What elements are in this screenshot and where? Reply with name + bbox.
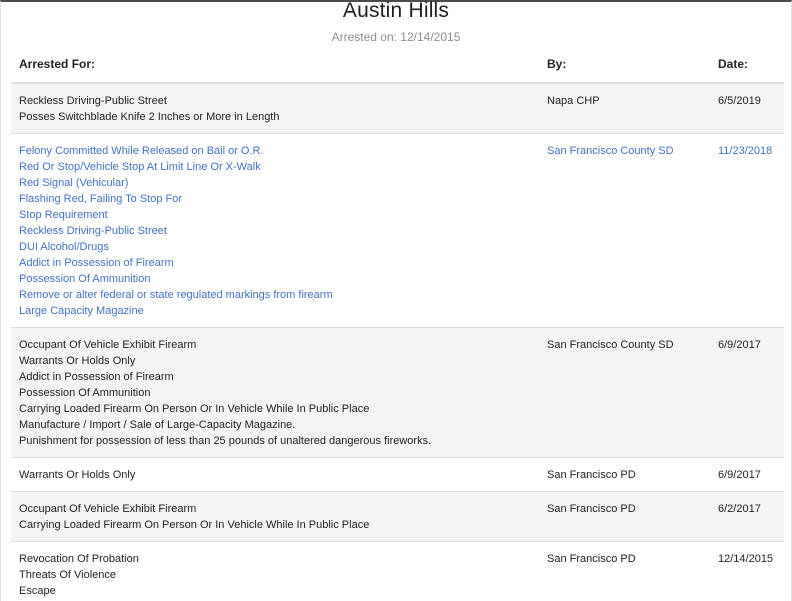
charge-text: Manufacture / Import / Sale of Large-Cap… — [19, 419, 296, 431]
table-row: Warrants Or Holds Only San Francisco PD 6/… — [11, 457, 784, 492]
charge-link[interactable]: DUI Alcohol/Drugs — [19, 239, 531, 255]
charge-text: Possession Of Ammunition — [19, 387, 151, 399]
charges-cell: Reckless Driving-Public Street Posses Swi… — [11, 83, 539, 134]
table-row: Reckless Driving-Public Street Posses Swi… — [11, 83, 784, 134]
date-cell: 6/9/2017 — [710, 327, 784, 458]
person-name: Austin Hills — [342, 0, 450, 22]
arrest-record-panel: Austin Hills Arrested on: 12/14/2015 Arr… — [0, 0, 792, 601]
date-link[interactable]: 11/23/2018 — [710, 133, 784, 328]
record-header: Austin Hills Arrested on: 12/14/2015 — [1, 0, 791, 48]
table-row: Revocation Of Probation Threats Of Violen… — [11, 541, 784, 601]
charge-link[interactable]: Reckless Driving-Public Street — [19, 223, 531, 239]
charge-text: Escape — [19, 585, 56, 597]
charge-link[interactable]: Stop Requirement — [19, 207, 531, 223]
charges-cell: Occupant Of Vehicle Exhibit Firearm Carry… — [11, 491, 539, 542]
table-row: Occupant Of Vehicle Exhibit Firearm Carry… — [11, 491, 784, 542]
charge-text: Reckless Driving-Public Street — [19, 95, 167, 107]
charges-cell: Warrants Or Holds Only — [11, 457, 539, 492]
charge-link[interactable]: Flashing Red, Failing To Stop For — [19, 191, 531, 207]
charge-link[interactable]: Possession Of Ammunition — [19, 271, 531, 287]
arrest-table: Arrested For: By: Date: Reckless Driving… — [11, 49, 784, 601]
charge-text: Warrants Or Holds Only — [19, 469, 136, 481]
arrest-table-body: Reckless Driving-Public Street Posses Swi… — [11, 83, 784, 601]
charge-link[interactable]: Red Signal (Vehicular) — [19, 175, 531, 191]
charges-cell: Revocation Of Probation Threats Of Violen… — [11, 541, 539, 601]
charges-cell: Felony Committed While Released on Bail … — [11, 133, 539, 328]
charge-link[interactable]: Large Capacity Magazine — [19, 303, 531, 319]
charge-text: Occupant Of Vehicle Exhibit Firearm — [19, 503, 197, 515]
table-header-row: Arrested For: By: Date: — [11, 49, 784, 84]
charge-text: Carrying Loaded Firearm On Person Or In … — [19, 403, 370, 415]
charge-text: Posses Switchblade Knife 2 Inches or Mor… — [19, 111, 280, 123]
charge-link[interactable]: Addict in Possession of Firearm — [19, 255, 531, 271]
table-row[interactable]: Felony Committed While Released on Bail … — [11, 133, 784, 328]
agency-link[interactable]: San Francisco County SD — [539, 133, 710, 328]
header-date: Date: — [710, 49, 784, 84]
date-cell: 6/5/2019 — [710, 83, 784, 134]
agency-cell: San Francisco PD — [539, 457, 710, 492]
charge-link[interactable]: Red Or Stop/Vehicle Stop At Limit Line O… — [19, 159, 531, 175]
charge-text: Occupant Of Vehicle Exhibit Firearm — [19, 339, 197, 351]
charge-text: Revocation Of Probation — [19, 553, 139, 565]
agency-cell: Napa CHP — [539, 83, 710, 134]
date-cell: 6/2/2017 — [710, 491, 784, 542]
charge-link[interactable]: Remove or alter federal or state regulat… — [19, 287, 531, 303]
charge-text: Threats Of Violence — [19, 569, 117, 581]
charge-text: Carrying Loaded Firearm On Person Or In … — [19, 519, 370, 531]
agency-cell: San Francisco PD — [539, 491, 710, 542]
arrest-date: Arrested on: 12/14/2015 — [331, 30, 461, 44]
agency-cell: San Francisco PD — [539, 541, 710, 601]
header-by: By: — [539, 49, 710, 84]
agency-cell: San Francisco County SD — [539, 327, 710, 458]
charge-text: Warrants Or Holds Only — [19, 355, 136, 367]
header-arrested-for: Arrested For: — [11, 49, 539, 84]
charge-text: Punishment for possession of less than 2… — [19, 435, 432, 447]
table-row: Occupant Of Vehicle Exhibit Firearm Warra… — [11, 327, 784, 458]
charge-link[interactable]: Felony Committed While Released on Bail … — [19, 143, 531, 159]
charges-cell: Occupant Of Vehicle Exhibit Firearm Warra… — [11, 327, 539, 458]
date-cell: 12/14/2015 — [710, 541, 784, 601]
charge-text: Addict in Possession of Firearm — [19, 371, 174, 383]
date-cell: 6/9/2017 — [710, 457, 784, 492]
